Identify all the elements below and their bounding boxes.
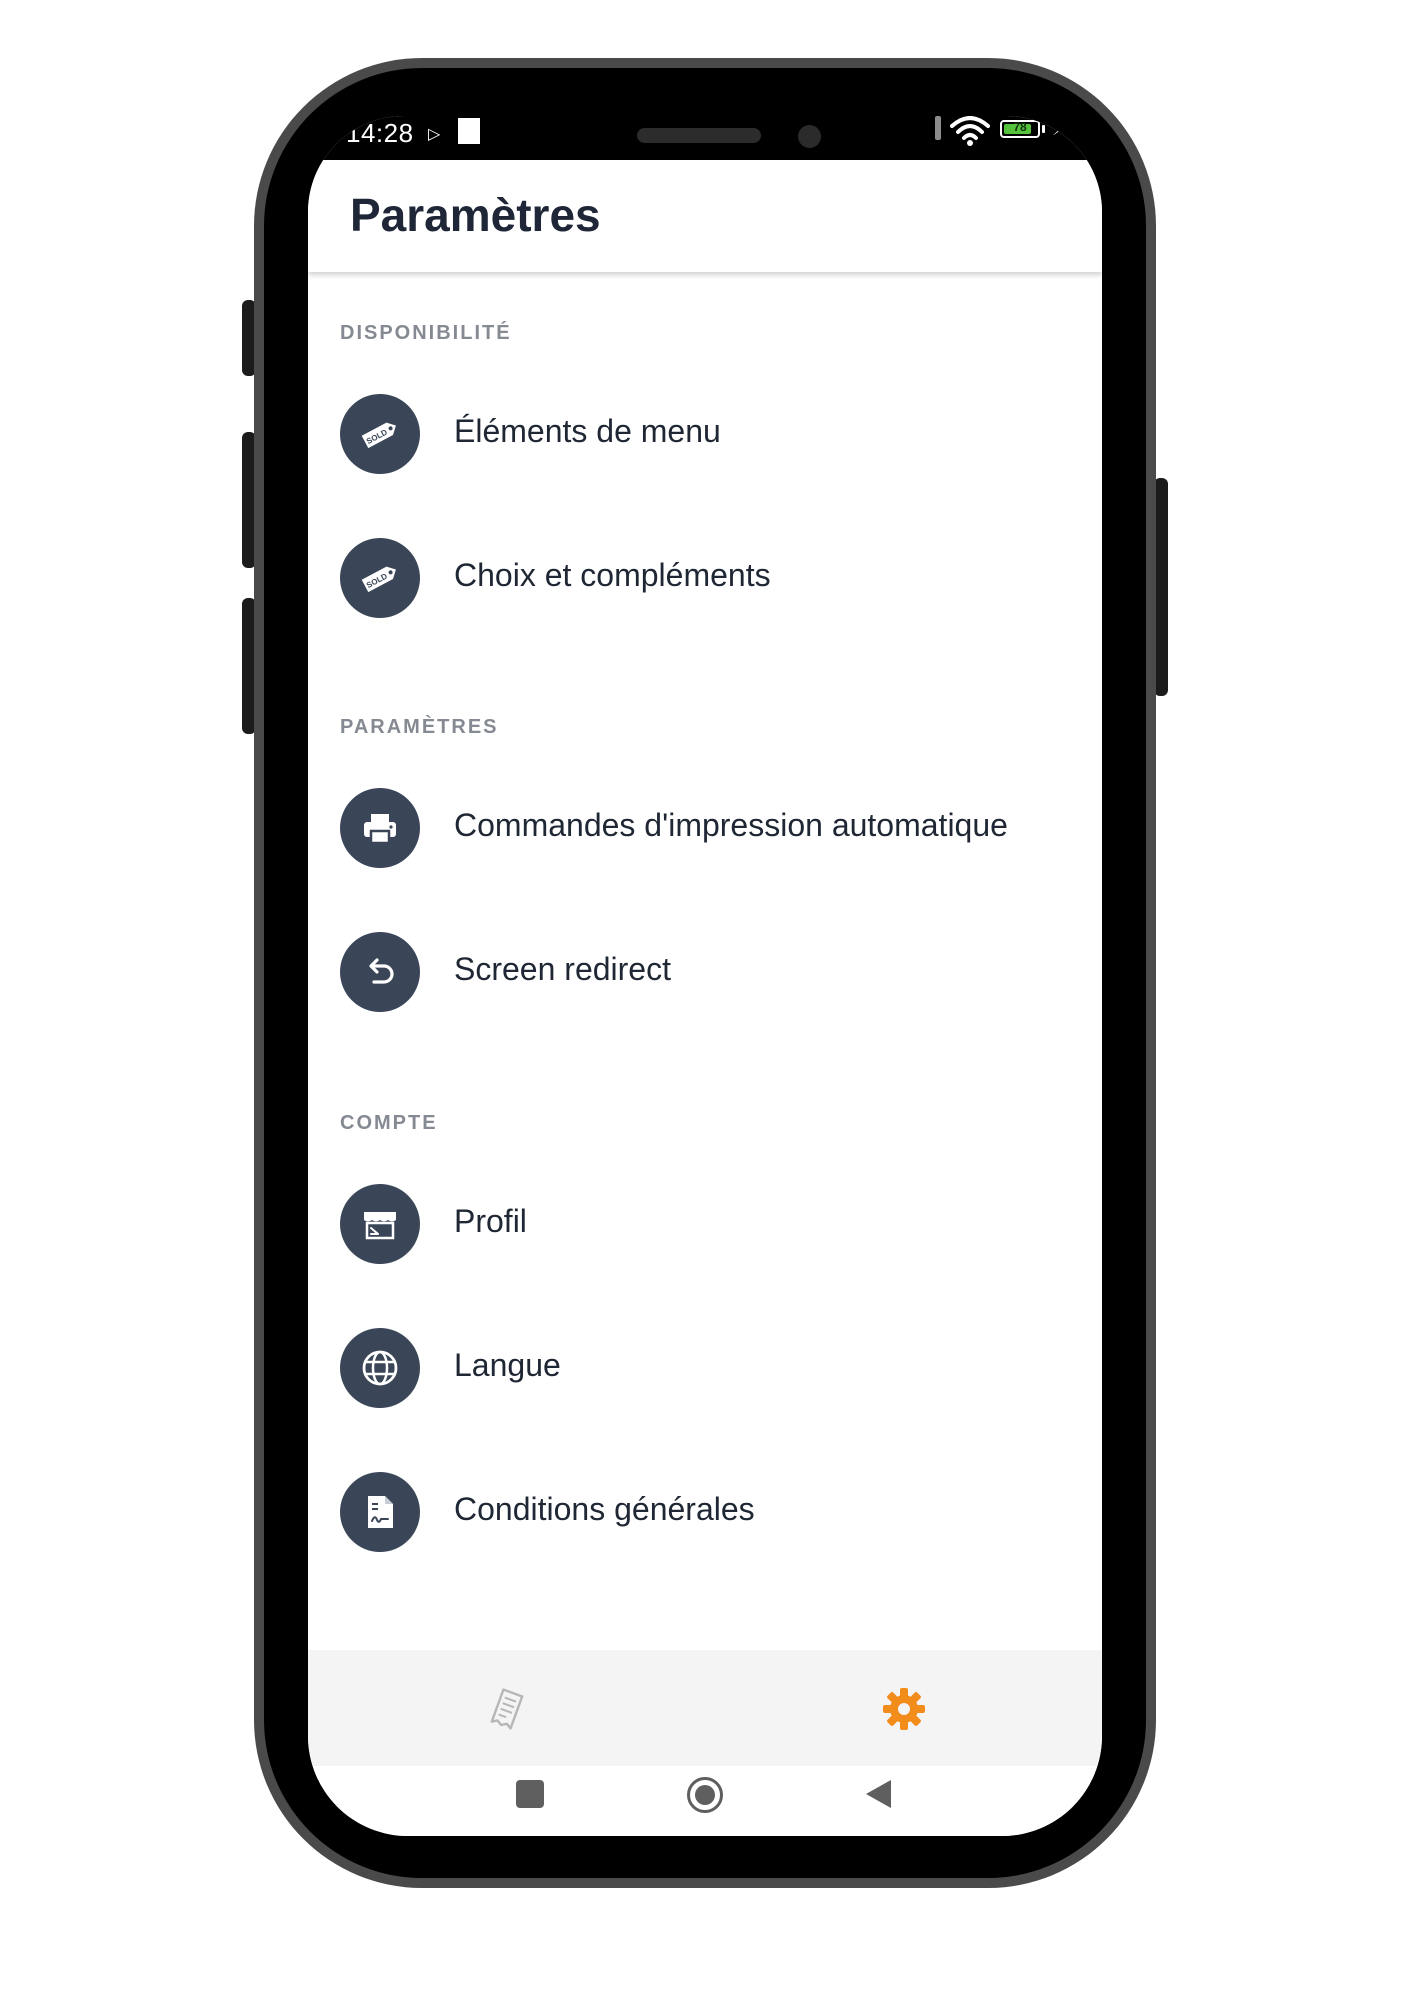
settings-item-profile[interactable]: Profil xyxy=(308,1164,1102,1284)
app-screen: 14:28 ▷ 78 ⚡ Paramètres DISPONIBILITÉ SO… xyxy=(308,116,1102,1836)
item-label: Profil xyxy=(454,1203,527,1239)
settings-item-choices-and-extras[interactable]: SOLD Choix et compléments xyxy=(308,518,1102,638)
settings-item-terms[interactable]: Conditions générales xyxy=(308,1452,1102,1572)
signal-icon xyxy=(935,116,941,140)
settings-item-auto-print[interactable]: Commandes d'impression automatique xyxy=(308,768,1102,888)
app-bar: Paramètres xyxy=(308,160,1102,272)
sold-tag-icon: SOLD xyxy=(361,422,396,449)
device-frame: 14:28 ▷ 78 ⚡ Paramètres DISPONIBILITÉ SO… xyxy=(0,0,1406,2000)
wifi-icon xyxy=(950,116,990,146)
item-label: Commandes d'impression automatique xyxy=(454,807,1008,843)
document-signature-icon xyxy=(368,1496,393,1528)
settings-item-language[interactable]: Langue xyxy=(308,1308,1102,1428)
battery-icon: 78 xyxy=(1000,120,1040,138)
charging-bolt-icon: ⚡ xyxy=(1052,116,1067,140)
bottom-tab-bar xyxy=(308,1650,1102,1766)
battery-tip xyxy=(1042,125,1045,133)
item-label: Éléments de menu xyxy=(454,413,721,449)
section-header-account: COMPTE xyxy=(340,1112,438,1134)
receipt-orders-icon xyxy=(490,1688,524,1730)
front-camera xyxy=(798,125,821,148)
play-icon: ▷ xyxy=(428,124,441,143)
item-icon-circle xyxy=(340,788,420,868)
item-icon-circle xyxy=(340,1184,420,1264)
globe-icon xyxy=(362,1350,398,1386)
item-label: Langue xyxy=(454,1347,561,1383)
item-icon-circle xyxy=(340,1472,420,1552)
back-triangle-icon[interactable] xyxy=(863,1778,893,1810)
status-time: 14:28 xyxy=(346,118,414,148)
system-nav-bar xyxy=(308,1766,1102,1836)
printer-icon xyxy=(364,814,396,845)
item-label: Choix et compléments xyxy=(454,557,771,593)
notification-square-icon xyxy=(458,118,480,144)
section-header-settings: PARAMÈTRES xyxy=(340,716,499,738)
sold-tag-icon: SOLD xyxy=(361,566,396,593)
battery-level: 78 xyxy=(1013,120,1027,134)
item-icon-circle xyxy=(340,932,420,1012)
settings-item-screen-redirect[interactable]: Screen redirect xyxy=(308,912,1102,1032)
recents-square-icon[interactable] xyxy=(516,1780,544,1808)
home-circle-dot xyxy=(695,1785,715,1805)
tab-orders[interactable] xyxy=(308,1650,705,1766)
item-icon-circle: SOLD xyxy=(340,394,420,474)
section-header-availability: DISPONIBILITÉ xyxy=(340,322,512,344)
power-button xyxy=(1154,478,1168,696)
tab-settings[interactable] xyxy=(705,1650,1102,1766)
item-icon-circle xyxy=(340,1328,420,1408)
page-title: Paramètres xyxy=(350,189,601,241)
speaker-grille xyxy=(637,128,761,143)
undo-arrow-icon xyxy=(369,958,394,984)
gear-icon xyxy=(883,1688,925,1730)
item-label: Screen redirect xyxy=(454,951,671,987)
item-label: Conditions générales xyxy=(454,1491,755,1527)
settings-item-menu-items[interactable]: SOLD Éléments de menu xyxy=(308,374,1102,494)
home-circle-icon[interactable] xyxy=(687,1777,723,1813)
storefront-icon xyxy=(364,1212,396,1240)
item-icon-circle: SOLD xyxy=(340,538,420,618)
